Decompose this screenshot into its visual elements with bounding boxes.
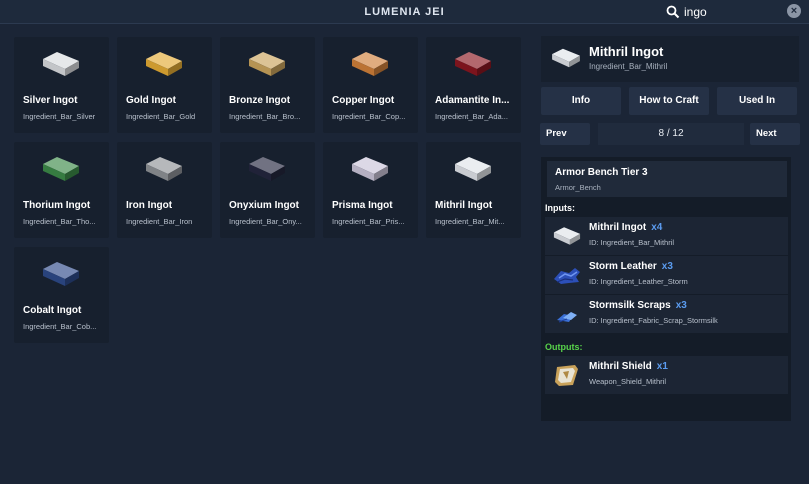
storm-leather-icon: [554, 268, 580, 284]
mithril-ingot-icon: [553, 227, 581, 245]
item-name: Thorium Ingot: [23, 200, 91, 211]
item-name: Onyxium Ingot: [229, 200, 299, 211]
mithril-ingot-icon: [552, 48, 580, 68]
inputs-label: Inputs:: [545, 203, 575, 213]
item-card[interactable]: Copper Ingot Ingredient_Bar_Cop...: [323, 37, 418, 133]
item-card[interactable]: Thorium Ingot Ingredient_Bar_Tho...: [14, 142, 109, 238]
item-id: Ingredient_Bar_Cob...: [23, 322, 97, 331]
input-id: ID: Ingredient_Leather_Storm: [589, 277, 688, 286]
output-quantity: x1: [656, 361, 668, 372]
item-name: Iron Ingot: [126, 200, 173, 211]
item-card[interactable]: Adamantite In... Ingredient_Bar_Ada...: [426, 37, 521, 133]
item-name: Bronze Ingot: [229, 95, 291, 106]
item-id: Ingredient_Bar_Silver: [23, 112, 96, 121]
next-button[interactable]: Next: [750, 123, 800, 145]
item-name: Silver Ingot: [23, 95, 78, 106]
item-card[interactable]: Mithril Ingot Ingredient_Bar_Mit...: [426, 142, 521, 238]
item-id: Ingredient_Bar_Ada...: [435, 112, 508, 121]
search-icon[interactable]: [666, 5, 680, 19]
gold-ingot-icon: [146, 52, 182, 76]
input-row[interactable]: Storm Leather x3 ID: Ingredient_Leather_S…: [545, 256, 788, 294]
item-card[interactable]: Cobalt Ingot Ingredient_Bar_Cob...: [14, 247, 109, 343]
close-button[interactable]: ×: [787, 4, 801, 18]
output-name-text: Mithril Shield: [589, 361, 652, 372]
selected-item-name: Mithril Ingot: [589, 44, 664, 59]
item-id: Ingredient_Bar_Iron: [126, 217, 193, 226]
prev-button[interactable]: Prev: [540, 123, 590, 145]
selected-item-header: Mithril Ingot Ingredient_Bar_Mithril: [541, 36, 799, 82]
item-card[interactable]: Iron Ingot Ingredient_Bar_Iron: [117, 142, 212, 238]
bench-id: Armor_Bench: [555, 183, 601, 192]
silver-ingot-icon: [43, 52, 79, 76]
mithril-ingot-icon: [455, 157, 491, 181]
adamantite-ingot-icon: [455, 52, 491, 76]
output-row[interactable]: Mithril Shield x1 Weapon_Shield_Mithril: [545, 356, 788, 394]
mithril-shield-icon: [555, 365, 578, 386]
item-id: Ingredient_Bar_Gold: [126, 112, 196, 121]
cobalt-ingot-icon: [43, 262, 79, 286]
input-name-text: Stormsilk Scraps: [589, 300, 671, 311]
page-indicator: 8 / 12: [598, 123, 744, 145]
input-id: ID: Ingredient_Fabric_Scrap_Stormsilk: [589, 316, 718, 325]
item-card[interactable]: Gold Ingot Ingredient_Bar_Gold: [117, 37, 212, 133]
iron-ingot-icon: [146, 157, 182, 181]
input-name-text: Storm Leather: [589, 261, 657, 272]
output-name: Mithril Shield x1: [589, 361, 668, 372]
bronze-ingot-icon: [249, 52, 285, 76]
item-card[interactable]: Onyxium Ingot Ingredient_Bar_Ony...: [220, 142, 315, 238]
item-id: Ingredient_Bar_Bro...: [229, 112, 301, 121]
selected-item-id: Ingredient_Bar_Mithril: [589, 62, 668, 71]
how-to-craft-button[interactable]: How to Craft: [629, 87, 709, 115]
outputs-label: Outputs:: [545, 342, 583, 352]
input-name: Stormsilk Scraps x3: [589, 300, 687, 311]
item-name: Cobalt Ingot: [23, 305, 82, 316]
output-id: Weapon_Shield_Mithril: [589, 377, 666, 386]
input-quantity: x3: [675, 300, 687, 311]
item-card[interactable]: Silver Ingot Ingredient_Bar_Silver: [14, 37, 109, 133]
close-icon: ×: [790, 5, 798, 17]
item-id: Ingredient_Bar_Tho...: [23, 217, 96, 226]
input-row[interactable]: Mithril Ingot x4 ID: Ingredient_Bar_Mithr…: [545, 217, 788, 255]
input-name-text: Mithril Ingot: [589, 222, 647, 233]
crafting-bench[interactable]: Armor Bench Tier 3 Armor_Bench: [547, 161, 787, 197]
item-card[interactable]: Prisma Ingot Ingredient_Bar_Pris...: [323, 142, 418, 238]
search-input[interactable]: [684, 4, 774, 20]
prisma-ingot-icon: [352, 157, 388, 181]
input-row[interactable]: Stormsilk Scraps x3 ID: Ingredient_Fabric…: [545, 295, 788, 333]
item-card[interactable]: Bronze Ingot Ingredient_Bar_Bro...: [220, 37, 315, 133]
item-name: Copper Ingot: [332, 95, 395, 106]
bench-name: Armor Bench Tier 3: [555, 167, 648, 178]
item-name: Prisma Ingot: [332, 200, 393, 211]
input-quantity: x4: [651, 222, 663, 233]
item-id: Ingredient_Bar_Cop...: [332, 112, 406, 121]
item-id: Ingredient_Bar_Ony...: [229, 217, 302, 226]
stormsilk-scraps-icon: [557, 312, 577, 323]
item-name: Mithril Ingot: [435, 200, 493, 211]
used-in-button[interactable]: Used In: [717, 87, 797, 115]
item-id: Ingredient_Bar_Mit...: [435, 217, 505, 226]
input-id: ID: Ingredient_Bar_Mithril: [589, 238, 675, 247]
item-id: Ingredient_Bar_Pris...: [332, 217, 405, 226]
input-quantity: x3: [661, 261, 673, 272]
item-name: Adamantite In...: [435, 95, 510, 106]
info-button[interactable]: Info: [541, 87, 621, 115]
onyxium-ingot-icon: [249, 157, 285, 181]
title-bar: LUMENIA JEI ×: [0, 0, 809, 24]
copper-ingot-icon: [352, 52, 388, 76]
item-name: Gold Ingot: [126, 95, 176, 106]
input-name: Storm Leather x3: [589, 261, 673, 272]
input-name: Mithril Ingot x4: [589, 222, 662, 233]
thorium-ingot-icon: [43, 157, 79, 181]
